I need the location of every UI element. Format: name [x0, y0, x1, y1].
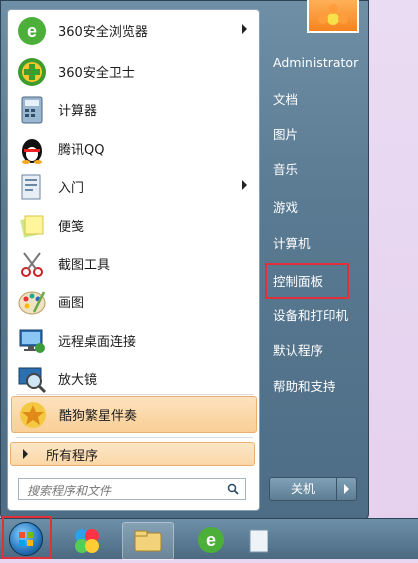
program-label: 远程桌面连接	[58, 335, 137, 350]
right-item-documents[interactable]: 文档	[273, 89, 298, 108]
program-label: 入门	[58, 181, 85, 196]
taskbar-browser-icon[interactable]: e	[186, 522, 236, 558]
right-item-pictures[interactable]: 图片	[273, 124, 298, 143]
calculator-icon	[16, 94, 48, 126]
program-label: 360安全浏览器	[58, 25, 148, 40]
flower-icon	[318, 4, 348, 25]
program-label: 腾讯QQ	[58, 143, 105, 158]
remote-desktop-icon	[16, 325, 48, 357]
program-label: 计算器	[58, 104, 98, 119]
program-item-magnifier[interactable]: 放大镜	[11, 360, 257, 397]
program-label: 360安全卫士	[58, 66, 135, 81]
svg-text:e: e	[27, 21, 37, 41]
submenu-arrow-icon	[242, 24, 247, 34]
kugou-icon	[17, 399, 49, 431]
all-programs-button[interactable]: 所有程序	[10, 442, 255, 466]
program-item-qq[interactable]: 腾讯QQ	[11, 130, 257, 167]
taskbar-partial-icon[interactable]	[244, 522, 269, 558]
right-item-default-programs[interactable]: 默认程序	[273, 340, 323, 359]
svg-text:e: e	[206, 530, 216, 550]
program-label: 放大镜	[58, 373, 98, 388]
right-item-user[interactable]: Administrator	[273, 55, 358, 70]
divider	[16, 437, 253, 438]
right-item-games[interactable]: 游戏	[273, 197, 298, 216]
paint-icon	[16, 286, 48, 318]
user-picture[interactable]	[307, 0, 359, 33]
right-item-computer[interactable]: 计算机	[273, 233, 311, 252]
program-item-paint[interactable]: 画图	[11, 283, 257, 320]
program-label: 便笺	[58, 220, 85, 235]
snipping-tool-icon	[16, 248, 48, 280]
shutdown-button[interactable]: 关机	[269, 477, 337, 501]
search-icon	[227, 483, 239, 495]
taskbar-360-icon[interactable]	[62, 522, 112, 558]
program-item-remote-desktop[interactable]: 远程桌面连接	[11, 322, 257, 359]
expand-arrow-icon	[23, 449, 28, 459]
program-item-snipping-tool[interactable]: 截图工具	[11, 245, 257, 282]
program-label: 截图工具	[58, 258, 111, 273]
start-menu: e 360安全浏览器 360安全卫士 计算器 腾讯QQ 入门 便笺 截图工具 画…	[0, 0, 369, 520]
programs-pane: e 360安全浏览器 360安全卫士 计算器 腾讯QQ 入门 便笺 截图工具 画…	[7, 9, 260, 511]
submenu-arrow-icon	[242, 180, 247, 190]
highlight-box-start-button	[2, 516, 52, 559]
search-placeholder: 搜索程序和文件	[27, 484, 112, 498]
360-browser-icon: e	[16, 15, 48, 47]
program-item-sticky-notes[interactable]: 便笺	[11, 207, 257, 244]
getting-started-icon	[16, 171, 48, 203]
program-label: 酷狗繁星伴奏	[59, 409, 138, 424]
shutdown-options-button[interactable]	[337, 477, 357, 501]
program-label: 画图	[58, 296, 85, 311]
sticky-notes-icon	[16, 210, 48, 242]
right-item-help-support[interactable]: 帮助和支持	[273, 376, 336, 395]
taskbar: e	[0, 516, 418, 560]
program-item-360-safeguard[interactable]: 360安全卫士	[11, 53, 257, 90]
search-input[interactable]: 搜索程序和文件	[18, 478, 246, 500]
highlight-box-control-panel	[265, 263, 349, 299]
right-item-music[interactable]: 音乐	[273, 159, 298, 178]
program-item-360-browser[interactable]: e 360安全浏览器	[11, 12, 257, 49]
taskbar-explorer-icon[interactable]	[122, 522, 174, 560]
all-programs-label: 所有程序	[46, 448, 99, 464]
program-item-calculator[interactable]: 计算器	[11, 91, 257, 128]
360-safeguard-icon	[16, 56, 48, 88]
magnifier-icon	[16, 363, 48, 395]
qq-penguin-icon	[16, 133, 48, 165]
program-item-getting-started[interactable]: 入门	[11, 168, 257, 205]
right-item-devices-printers[interactable]: 设备和打印机	[273, 305, 348, 324]
program-item-kugou[interactable]: 酷狗繁星伴奏	[11, 396, 257, 433]
divider	[16, 394, 253, 395]
